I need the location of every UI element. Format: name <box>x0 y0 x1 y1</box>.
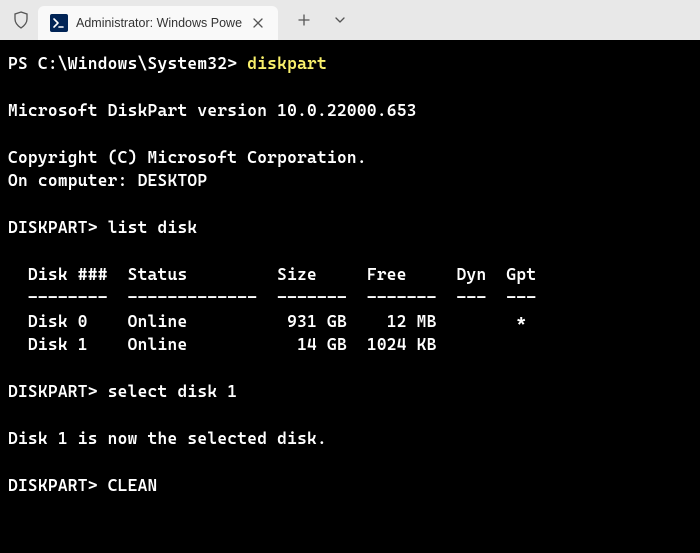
command-diskpart: diskpart <box>247 54 327 73</box>
diskpart-prompt-2: DISKPART> <box>8 382 108 401</box>
tab-powershell[interactable]: Administrator: Windows Powe <box>38 6 278 40</box>
table-divider: -------- ------------- ------- ------- -… <box>8 288 536 307</box>
diskpart-prompt-3: DISKPART> <box>8 476 108 495</box>
terminal-window: Administrator: Windows Powe PS C:\Window… <box>0 0 700 553</box>
copyright-line: Copyright (C) Microsoft Corporation. <box>8 148 367 167</box>
tab-title: Administrator: Windows Powe <box>76 16 242 30</box>
new-tab-button[interactable] <box>288 4 320 36</box>
dropdown-button[interactable] <box>324 4 356 36</box>
command-select-disk: select disk 1 <box>108 382 238 401</box>
terminal-output[interactable]: PS C:\Windows\System32> diskpart Microso… <box>0 40 700 553</box>
diskpart-prompt-1: DISKPART> <box>8 218 108 237</box>
prompt-line-1: PS C:\Windows\System32> <box>8 54 247 73</box>
version-line: Microsoft DiskPart version 10.0.22000.65… <box>8 101 417 120</box>
command-list-disk: list disk <box>108 218 198 237</box>
tab-actions <box>288 4 356 36</box>
powershell-icon <box>50 14 68 32</box>
tab-bar: Administrator: Windows Powe <box>0 0 700 40</box>
table-row: Disk 0 Online 931 GB 12 MB * <box>8 312 526 331</box>
command-clean: CLEAN <box>108 476 158 495</box>
shield-icon <box>6 11 36 29</box>
table-header: Disk ### Status Size Free Dyn Gpt <box>8 265 536 284</box>
computer-line: On computer: DESKTOP <box>8 171 207 190</box>
selected-disk-line: Disk 1 is now the selected disk. <box>8 429 327 448</box>
table-row: Disk 1 Online 14 GB 1024 KB <box>8 335 437 354</box>
close-icon[interactable] <box>250 15 266 31</box>
